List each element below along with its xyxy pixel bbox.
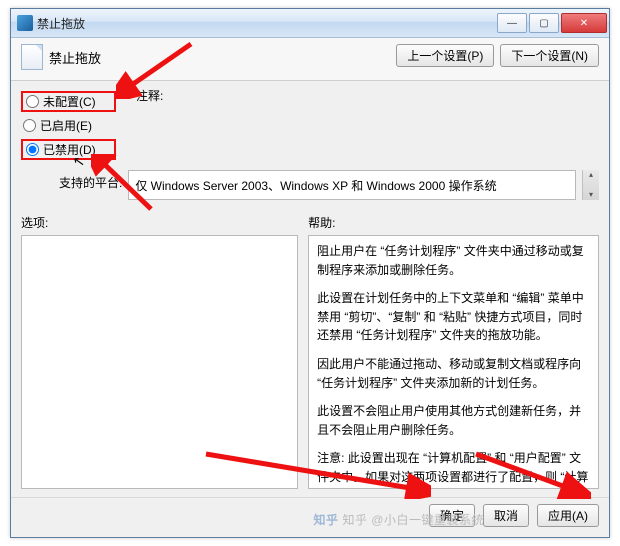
nav-buttons: 上一个设置(P) 下一个设置(N)	[396, 44, 599, 67]
options-box	[21, 235, 298, 489]
header-row: 禁止拖放 上一个设置(P) 下一个设置(N)	[11, 38, 609, 81]
radio-disabled-label: 已禁用(D)	[43, 141, 96, 158]
prev-setting-button[interactable]: 上一个设置(P)	[396, 44, 494, 67]
config-row: 未配置(C) 已启用(E) 已禁用(D) 注释:	[11, 81, 609, 168]
watermark: 知乎知乎 @小白一键重装系统	[313, 511, 484, 528]
help-para: 阻止用户在 “任务计划程序” 文件夹中通过移动或复制程序来添加或删除任务。	[317, 242, 590, 279]
notes-label: 注释:	[136, 87, 599, 104]
help-para: 注意: 此设置出现在 “计算机配置” 和 “用户配置” 文件夹中。如果对这两项设…	[317, 449, 590, 489]
radio-not-configured[interactable]: 未配置(C)	[21, 91, 116, 112]
platform-label: 支持的平台:	[59, 170, 122, 191]
policy-dialog-window: 禁止拖放 — ▢ ✕ 禁止拖放 上一个设置(P) 下一个设置(N) 未配置(C)…	[10, 8, 610, 538]
policy-title: 禁止拖放	[49, 48, 101, 67]
options-pane: 选项:	[21, 214, 298, 489]
radio-disabled[interactable]: 已禁用(D)	[21, 139, 116, 160]
radio-enabled-label: 已启用(E)	[40, 117, 92, 134]
watermark-text: 知乎 @小白一键重装系统	[342, 513, 484, 527]
platform-text: 仅 Windows Server 2003、Windows XP 和 Windo…	[135, 177, 496, 194]
window-title: 禁止拖放	[37, 15, 495, 32]
platform-row: 支持的平台: 仅 Windows Server 2003、Windows XP …	[11, 168, 609, 208]
platform-box: 仅 Windows Server 2003、Windows XP 和 Windo…	[128, 170, 576, 200]
notes-column: 注释:	[136, 87, 599, 164]
radio-column: 未配置(C) 已启用(E) 已禁用(D)	[21, 87, 116, 164]
help-para: 此设置在计划任务中的上下文菜单和 “编辑” 菜单中禁用 “剪切”、“复制” 和 …	[317, 289, 590, 345]
next-setting-button[interactable]: 下一个设置(N)	[500, 44, 599, 67]
options-label: 选项:	[21, 214, 298, 231]
help-pane: 帮助: 阻止用户在 “任务计划程序” 文件夹中通过移动或复制程序来添加或删除任务…	[308, 214, 599, 489]
help-box[interactable]: 阻止用户在 “任务计划程序” 文件夹中通过移动或复制程序来添加或删除任务。 此设…	[308, 235, 599, 489]
help-para: 此设置不会阻止用户使用其他方式创建新任务，并且不会阻止用户删除任务。	[317, 402, 590, 439]
footer: 确定 取消 应用(A)	[11, 497, 609, 537]
radio-not-configured-label: 未配置(C)	[43, 93, 96, 110]
help-label: 帮助:	[308, 214, 599, 231]
app-icon	[17, 15, 33, 31]
lower-panes: 选项: 帮助: 阻止用户在 “任务计划程序” 文件夹中通过移动或复制程序来添加或…	[11, 208, 609, 497]
maximize-button[interactable]: ▢	[529, 13, 559, 33]
radio-enabled[interactable]: 已启用(E)	[21, 116, 116, 135]
minimize-button[interactable]: —	[497, 13, 527, 33]
window-buttons: — ▢ ✕	[495, 13, 607, 33]
titlebar: 禁止拖放 — ▢ ✕	[11, 9, 609, 38]
header-left: 禁止拖放	[21, 44, 396, 70]
platform-scrollbar[interactable]: ▴▾	[582, 170, 599, 200]
close-button[interactable]: ✕	[561, 13, 607, 33]
help-para: 因此用户不能通过拖动、移动或复制文档或程序向 “任务计划程序” 文件夹添加新的计…	[317, 355, 590, 392]
policy-icon	[21, 44, 43, 70]
